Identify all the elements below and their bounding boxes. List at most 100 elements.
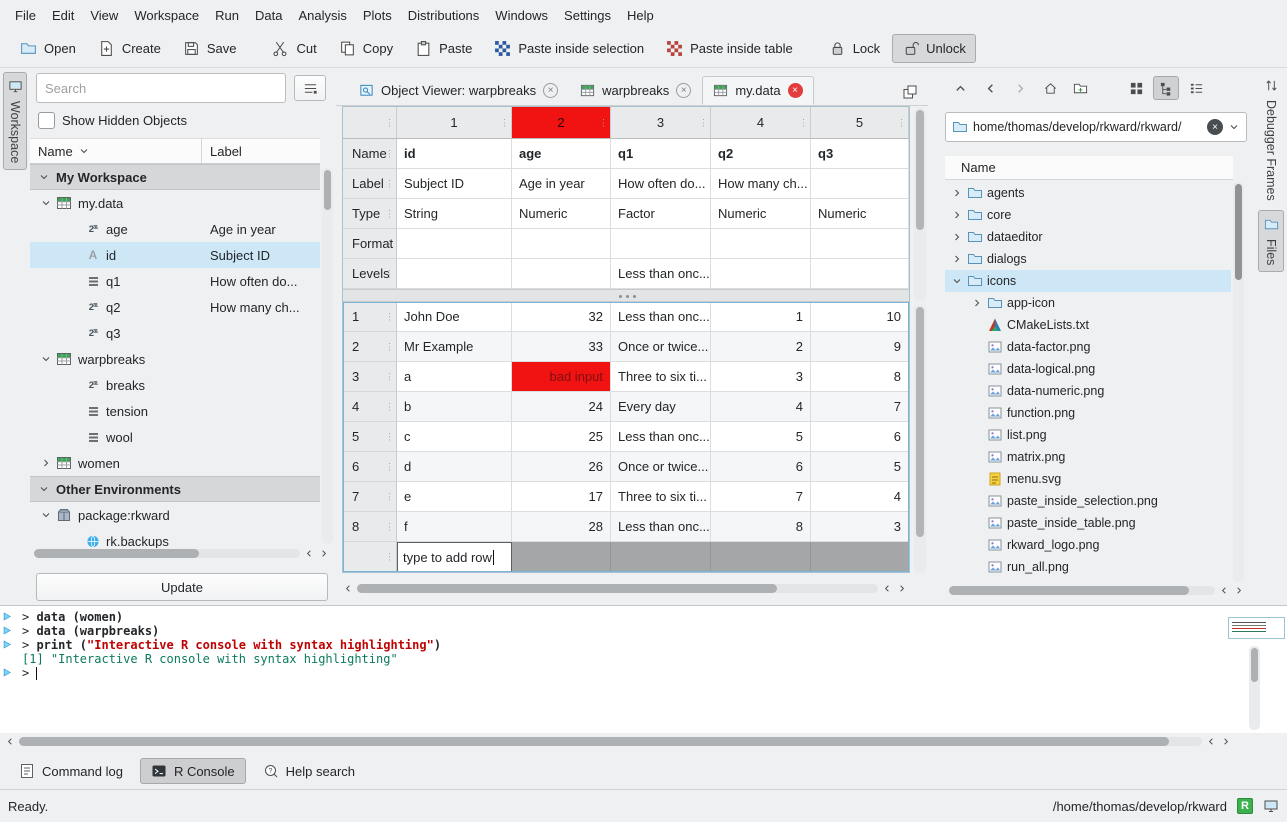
close-icon[interactable]: × xyxy=(543,83,558,98)
console-minimap[interactable] xyxy=(1228,617,1285,639)
section-my-workspace[interactable]: My Workspace xyxy=(30,164,320,190)
tree-item-age[interactable]: ageAge in year xyxy=(30,216,320,242)
go-forward-button[interactable] xyxy=(1007,76,1033,100)
grid-cell[interactable]: 7 xyxy=(711,482,811,512)
grid-cell[interactable]: id xyxy=(397,139,512,169)
grid-pane-splitter[interactable] xyxy=(343,289,909,302)
chevron-down-icon[interactable] xyxy=(38,483,50,495)
grid-cell[interactable]: 25 xyxy=(512,422,611,452)
grid-cell[interactable]: 5 xyxy=(811,452,909,482)
grid-horizontal-scrollbar[interactable] xyxy=(342,583,908,594)
grid-cell[interactable]: 5 xyxy=(711,422,811,452)
grid-cell[interactable]: 4 xyxy=(711,392,811,422)
r-console-tab[interactable]: R Console xyxy=(140,758,246,784)
tree-item-wool[interactable]: wool xyxy=(30,424,320,450)
paste-button[interactable]: Paste xyxy=(405,34,482,63)
meta-row-header[interactable]: Type xyxy=(343,199,397,229)
grid-cell[interactable]: b xyxy=(397,392,512,422)
grid-cell[interactable]: Less than onc... xyxy=(611,302,711,332)
grid-cell[interactable]: Less than onc... xyxy=(611,512,711,542)
tree-item-women[interactable]: women xyxy=(30,450,320,476)
save-button[interactable]: Save xyxy=(173,34,247,63)
grid-cell[interactable]: 8 xyxy=(811,362,909,392)
grid-cell[interactable] xyxy=(512,259,611,289)
file-tree-item[interactable]: list.png xyxy=(945,424,1231,446)
scrollbar-handle[interactable] xyxy=(1251,648,1258,682)
file-tree-folder[interactable]: app-icon xyxy=(945,292,1231,314)
column-header[interactable]: 5 xyxy=(811,107,909,139)
row-header[interactable]: 1 xyxy=(343,302,397,332)
grid-cell[interactable]: 32 xyxy=(512,302,611,332)
grid-header-vertical-scrollbar[interactable] xyxy=(914,108,926,301)
tree-item-mydata[interactable]: my.data xyxy=(30,190,320,216)
grid-cell[interactable]: Every day xyxy=(611,392,711,422)
lock-button[interactable]: Lock xyxy=(819,34,890,63)
grid-cell[interactable]: 6 xyxy=(711,452,811,482)
paste-inside-table-button[interactable]: Paste inside table xyxy=(656,34,803,63)
grid-cell[interactable]: age xyxy=(512,139,611,169)
grid-cell[interactable] xyxy=(711,259,811,289)
grid-cell[interactable]: d xyxy=(397,452,512,482)
create-button[interactable]: Create xyxy=(88,34,171,63)
grid-cell[interactable]: Numeric xyxy=(811,199,909,229)
show-hidden-checkbox[interactable] xyxy=(38,112,55,129)
open-button[interactable]: Open xyxy=(10,34,86,63)
chevron-right-icon[interactable] xyxy=(951,231,963,243)
row-header[interactable]: 6 xyxy=(343,452,397,482)
display-icon[interactable] xyxy=(1263,798,1279,814)
meta-row-header[interactable]: Label xyxy=(343,169,397,199)
row-header[interactable]: 4 xyxy=(343,392,397,422)
go-up-button[interactable] xyxy=(947,76,973,100)
grid-cell[interactable]: q2 xyxy=(711,139,811,169)
update-button[interactable]: Update xyxy=(36,573,328,601)
file-tree-item[interactable]: CMakeLists.txt xyxy=(945,314,1231,336)
grid-cell[interactable]: 1 xyxy=(711,302,811,332)
meta-row-header[interactable]: Format xyxy=(343,229,397,259)
row-header[interactable]: 5 xyxy=(343,422,397,452)
grid-cell[interactable]: How many ch... xyxy=(711,169,811,199)
menu-windows[interactable]: Windows xyxy=(488,4,555,27)
workspace-toolview-tab[interactable]: Workspace xyxy=(3,72,27,170)
scrollbar-track[interactable] xyxy=(19,737,1202,746)
row-header[interactable]: 2 xyxy=(343,332,397,362)
grid-cell[interactable]: q3 xyxy=(811,139,909,169)
meta-row-header[interactable]: Levels xyxy=(343,259,397,289)
grid-cell[interactable]: Three to six ti... xyxy=(611,362,711,392)
column-header[interactable]: 3 xyxy=(611,107,711,139)
file-list-header[interactable]: Name xyxy=(945,156,1233,180)
grid-cell[interactable] xyxy=(512,229,611,259)
scroll-right-icon[interactable] xyxy=(1220,736,1232,747)
grid-cell[interactable]: 3 xyxy=(811,512,909,542)
scroll-left-icon[interactable] xyxy=(881,583,893,594)
tab-object-viewer-warpbreaks[interactable]: Object Viewer: warpbreaks× xyxy=(348,76,569,105)
tree-item-warpbreaks[interactable]: warpbreaks xyxy=(30,346,320,372)
file-tree-folder-selected[interactable]: icons xyxy=(945,270,1231,292)
grid-cell[interactable]: 33 xyxy=(512,332,611,362)
chevron-right-icon[interactable] xyxy=(951,253,963,265)
grid-cell[interactable] xyxy=(811,229,909,259)
file-tree-item[interactable]: run_all.png xyxy=(945,556,1231,578)
file-tree-item[interactable]: rkward_logo.png xyxy=(945,534,1231,556)
scrollbar-handle[interactable] xyxy=(19,737,1169,746)
file-tree-item[interactable]: paste_inside_table.png xyxy=(945,512,1231,534)
grid-cell[interactable]: String xyxy=(397,199,512,229)
tab-mydata[interactable]: my.data× xyxy=(702,76,813,105)
grid-cell[interactable]: Less than onc... xyxy=(611,259,711,289)
file-tree-folder[interactable]: dialogs xyxy=(945,248,1231,270)
grid-corner-cell[interactable] xyxy=(343,107,397,139)
grid-cell[interactable]: Subject ID xyxy=(397,169,512,199)
chevron-down-icon[interactable] xyxy=(951,275,963,287)
grid-cell[interactable]: Less than onc... xyxy=(611,422,711,452)
grid-cell[interactable] xyxy=(611,229,711,259)
path-text[interactable]: home/thomas/develop/rkward/rkward/ xyxy=(973,120,1202,134)
grid-cell[interactable]: Numeric xyxy=(711,199,811,229)
tree-item-q1[interactable]: q1How often do... xyxy=(30,268,320,294)
new-folder-button[interactable] xyxy=(1067,76,1093,100)
path-combobox[interactable]: home/thomas/develop/rkward/rkward/ × xyxy=(945,112,1247,142)
column-header[interactable]: 1 xyxy=(397,107,512,139)
scrollbar-track[interactable] xyxy=(34,549,300,558)
command-log-tab[interactable]: Command log xyxy=(8,758,134,784)
grid-data-vertical-scrollbar[interactable] xyxy=(914,305,926,573)
tree-view-button[interactable] xyxy=(1153,76,1179,100)
grid-cell[interactable]: 17 xyxy=(512,482,611,512)
